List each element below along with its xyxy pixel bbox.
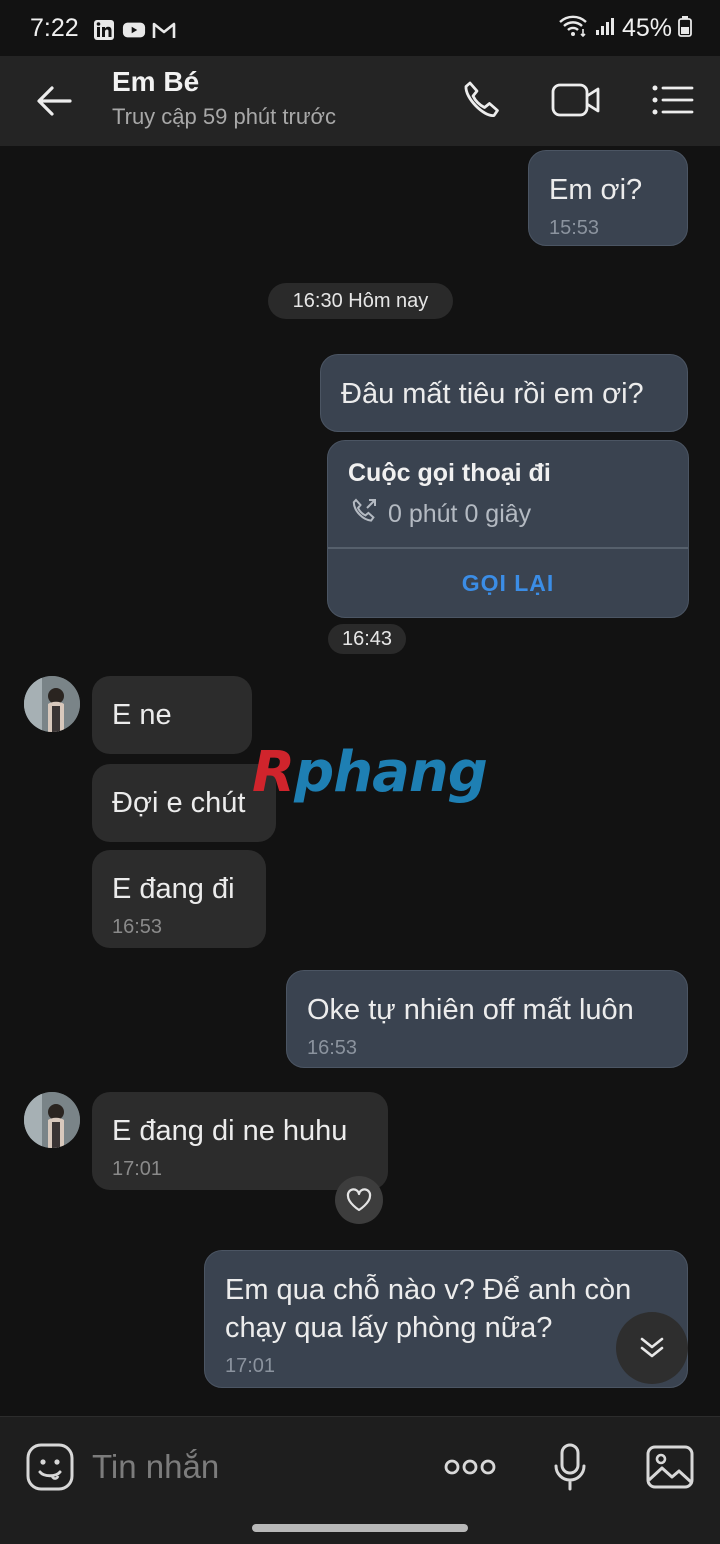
gallery-icon[interactable]: [642, 1441, 698, 1493]
message-incoming[interactable]: Đợi e chút: [92, 764, 276, 842]
scroll-down-icon[interactable]: [616, 1312, 688, 1384]
message-text: E đang đi: [112, 873, 235, 905]
message-text: Đâu mất tiêu rồi em ơi?: [341, 378, 644, 410]
message-time: 16:53: [307, 1037, 358, 1059]
call-duration-row: 0 phút 0 giây: [350, 497, 531, 532]
message-outgoing[interactable]: Đâu mất tiêu rồi em ơi?: [320, 354, 688, 432]
message-text: E đang di ne huhu: [112, 1115, 348, 1147]
youtube-icon: [122, 19, 146, 41]
message-text: Em ơi?: [549, 174, 643, 206]
sticker-icon[interactable]: [24, 1441, 76, 1493]
message-incoming[interactable]: E đang di ne huhu 17:01: [92, 1092, 388, 1190]
message-text-line1: Em qua chỗ nào v? Để anh còn: [225, 1274, 632, 1306]
message-incoming[interactable]: E đang đi 16:53: [92, 850, 266, 948]
contact-name[interactable]: Em Bé: [112, 66, 199, 98]
more-options-icon[interactable]: [442, 1441, 498, 1493]
battery-percent: 45%: [621, 14, 672, 42]
message-outgoing[interactable]: Em ơi? 15:53: [528, 150, 688, 246]
message-outgoing[interactable]: Oke tự nhiên off mất luôn 16:53: [286, 970, 688, 1068]
wifi-icon: [558, 14, 588, 43]
call-title: Cuộc gọi thoại đi: [348, 459, 551, 487]
message-input[interactable]: [92, 1443, 412, 1491]
message-text-line2: chạy qua lấy phòng nữa?: [225, 1312, 553, 1344]
status-app-icons: [92, 19, 176, 41]
gmail-icon: [152, 19, 176, 41]
date-separator: 16:30 Hôm nay: [268, 283, 453, 319]
status-time: 7:22: [30, 14, 79, 42]
microphone-icon[interactable]: [542, 1441, 598, 1493]
call-card[interactable]: Cuộc gọi thoại đi 0 phút 0 giây GỌI LẠI: [327, 440, 689, 618]
contact-avatar[interactable]: [24, 1092, 80, 1148]
status-bar: 7:22 45%: [0, 0, 720, 56]
outgoing-call-icon: [350, 497, 378, 532]
call-back-button[interactable]: GỌI LẠI: [328, 548, 688, 617]
battery-icon: [678, 15, 692, 42]
status-right: 45%: [558, 14, 692, 43]
signal-icon: [594, 15, 616, 42]
last-seen-status: Truy cập 59 phút trước: [112, 104, 336, 129]
message-time: 16:53: [112, 916, 163, 938]
message-text: Oke tự nhiên off mất luôn: [307, 994, 634, 1026]
heart-reaction-icon[interactable]: [335, 1176, 383, 1224]
message-time: 17:01: [112, 1158, 163, 1180]
call-time: 16:43: [328, 624, 406, 654]
message-text: Đợi e chút: [112, 787, 246, 819]
contact-avatar[interactable]: [24, 676, 80, 732]
message-text: E ne: [112, 699, 172, 731]
video-call-icon[interactable]: [548, 74, 604, 126]
message-outgoing[interactable]: Em qua chỗ nào v? Để anh còn chạy qua lấ…: [204, 1250, 688, 1388]
linkedin-icon: [92, 19, 116, 41]
call-duration: 0 phút 0 giây: [388, 500, 532, 528]
home-indicator[interactable]: [252, 1524, 468, 1532]
back-arrow-icon[interactable]: [26, 76, 82, 126]
message-incoming[interactable]: E ne: [92, 676, 252, 754]
message-time: 15:53: [549, 217, 600, 239]
message-time: 17:01: [225, 1355, 276, 1377]
message-list[interactable]: Em ơi? 15:53 16:30 Hôm nay Đâu mất tiêu …: [0, 146, 720, 1416]
watermark-logo: Rphang: [252, 740, 488, 805]
chat-header: Em Bé Truy cập 59 phút trước: [0, 56, 720, 146]
phone-icon[interactable]: [453, 74, 509, 126]
menu-list-icon[interactable]: [644, 74, 700, 126]
